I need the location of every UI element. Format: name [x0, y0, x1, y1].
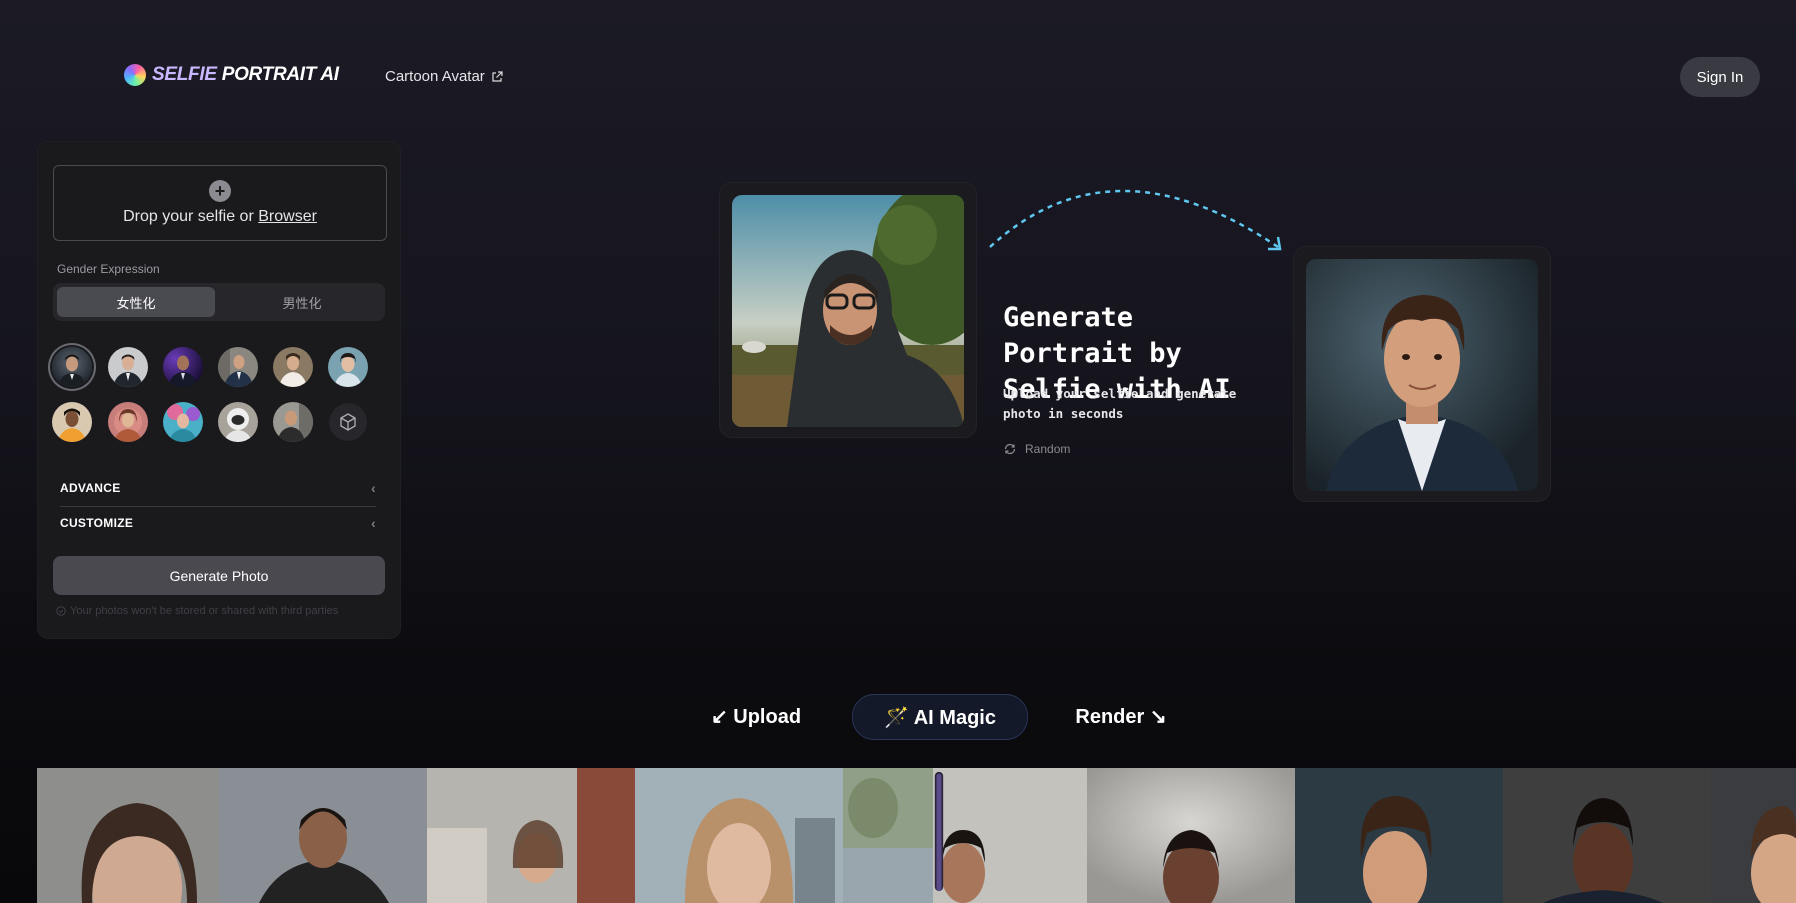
preset-avatar[interactable]	[273, 402, 313, 442]
drop-prompt: Drop your selfie or	[123, 208, 259, 225]
plus-icon: +	[209, 180, 231, 202]
preset-avatar[interactable]	[52, 347, 92, 387]
brand-logo[interactable]: SELFIE PORTRAIT AI	[124, 64, 339, 86]
gallery-image	[37, 768, 219, 903]
logo-word-selfie: SELFIE	[152, 64, 217, 85]
preset-avatar[interactable]	[163, 347, 203, 387]
selfie-example-card	[720, 183, 976, 437]
advance-section[interactable]: ADVANCE ‹	[60, 473, 376, 503]
privacy-text: Your photos won't be stored or shared wi…	[70, 605, 339, 617]
portrait-result-card	[1294, 247, 1550, 501]
section-divider	[60, 506, 376, 507]
gallery-image	[427, 768, 635, 903]
generate-photo-button[interactable]: Generate Photo	[53, 556, 385, 595]
random-button[interactable]: Random	[1003, 442, 1070, 456]
gallery-image	[219, 768, 427, 903]
gallery-image	[933, 768, 1087, 903]
step-ai-magic[interactable]: 🪄 AI Magic	[852, 694, 1028, 740]
step-upload[interactable]: ↙ Upload	[706, 694, 806, 738]
customize-section[interactable]: CUSTOMIZE ‹	[60, 508, 376, 538]
random-label: Random	[1025, 442, 1071, 456]
logo-mark-icon	[124, 64, 146, 86]
cartoon-avatar-link[interactable]: Cartoon Avatar	[385, 68, 503, 85]
browse-link[interactable]: Browser	[258, 208, 317, 225]
before-after-gallery	[37, 768, 1796, 903]
gallery-image	[1711, 768, 1796, 903]
preset-avatar[interactable]	[218, 402, 258, 442]
gender-label: Gender Expression	[57, 262, 160, 276]
compare-slider-handle[interactable]	[934, 760, 944, 903]
gender-toggle: 女性化 男性化	[53, 283, 385, 321]
nav-link-label: Cartoon Avatar	[385, 68, 485, 85]
portrait-image	[1306, 259, 1538, 491]
check-circle-icon	[56, 606, 66, 616]
gallery-image	[1295, 768, 1503, 903]
customize-label: CUSTOMIZE	[60, 516, 134, 530]
preset-avatar[interactable]	[328, 347, 368, 387]
logo-text: SELFIE PORTRAIT AI	[152, 64, 339, 86]
step-render[interactable]: Render ↘	[1066, 694, 1176, 738]
preset-avatar[interactable]	[52, 402, 92, 442]
transform-arrow-icon	[989, 189, 1282, 251]
refresh-icon	[1004, 443, 1016, 455]
logo-word-portrait: PORTRAIT AI	[221, 64, 339, 85]
preset-avatar[interactable]	[108, 347, 148, 387]
gender-option-masculine[interactable]: 男性化	[223, 287, 381, 317]
gallery-image	[1503, 768, 1711, 903]
privacy-note: Your photos won't be stored or shared wi…	[56, 605, 338, 617]
preset-avatar[interactable]	[163, 402, 203, 442]
preset-avatar[interactable]	[273, 347, 313, 387]
sign-in-button[interactable]: Sign In	[1680, 57, 1760, 97]
custom-style-preset[interactable]	[329, 403, 369, 443]
gender-option-feminine[interactable]: 女性化	[57, 287, 215, 317]
preset-avatar[interactable]	[108, 402, 148, 442]
preset-avatar[interactable]	[218, 347, 258, 387]
dropzone-text: Drop your selfie or Browser	[123, 208, 317, 226]
chevron-left-icon: ‹	[371, 480, 376, 496]
external-link-icon	[492, 70, 503, 82]
cube-icon	[340, 413, 356, 431]
gallery-image	[843, 768, 933, 903]
gallery-image	[635, 768, 843, 903]
selfie-image	[732, 195, 964, 427]
selfie-dropzone[interactable]: + Drop your selfie or Browser	[53, 165, 387, 241]
advance-label: ADVANCE	[60, 481, 121, 495]
gallery-image	[1087, 768, 1295, 903]
hero-subtitle: Upload your selfie and generate photo in…	[1003, 386, 1237, 421]
chevron-left-icon: ‹	[371, 515, 376, 531]
